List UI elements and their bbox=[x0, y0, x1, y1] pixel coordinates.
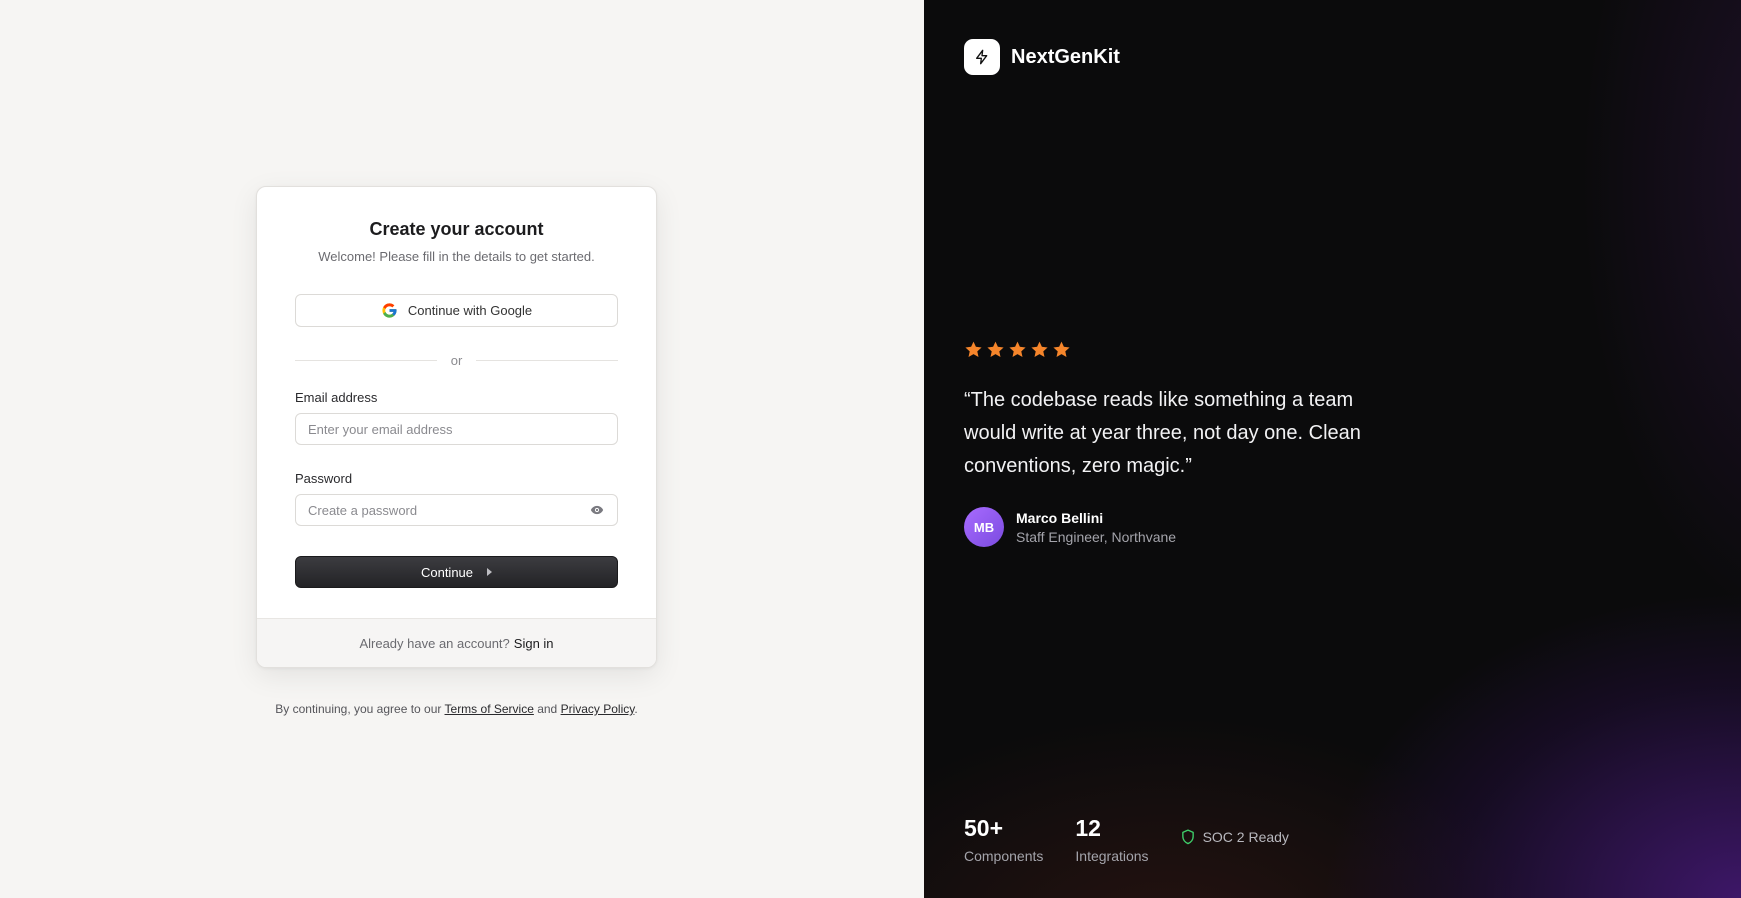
author-role: Staff Engineer, Northvane bbox=[1016, 528, 1177, 545]
stat-label: Components bbox=[964, 848, 1044, 864]
email-field[interactable] bbox=[295, 413, 618, 445]
brand-logo bbox=[964, 39, 1000, 75]
legal-suffix: . bbox=[634, 702, 638, 716]
signup-card: Create your account Welcome! Please fill… bbox=[256, 186, 657, 668]
terms-of-service-link[interactable]: Terms of Service bbox=[445, 702, 534, 716]
star-icon bbox=[1009, 341, 1026, 357]
page-subtitle: Welcome! Please fill in the details to g… bbox=[318, 249, 595, 264]
divider-line-left bbox=[295, 360, 437, 361]
password-field[interactable] bbox=[295, 494, 618, 526]
divider-line-right bbox=[476, 360, 618, 361]
google-icon bbox=[382, 303, 397, 318]
legal-notice: By continuing, you agree to our Terms of… bbox=[256, 702, 657, 716]
star-icon bbox=[987, 341, 1004, 357]
stat-value: 12 bbox=[1075, 815, 1101, 841]
testimonial-quote: “The codebase reads like something a tea… bbox=[964, 389, 1361, 477]
stat-value: 50+ bbox=[964, 815, 1004, 841]
brand: NextGenKit bbox=[964, 39, 1120, 75]
star-icon bbox=[1053, 341, 1070, 357]
caret-right-icon bbox=[487, 568, 493, 576]
shield-icon bbox=[1181, 829, 1194, 845]
brand-name: NextGenKit bbox=[1011, 45, 1120, 68]
lightning-icon bbox=[976, 49, 988, 65]
signup-panel: Create your account Welcome! Please fill… bbox=[0, 0, 924, 898]
eye-icon[interactable] bbox=[590, 504, 604, 516]
continue-with-google-button[interactable]: Continue with Google bbox=[295, 294, 618, 327]
password-label: Password bbox=[295, 471, 353, 486]
star-rating bbox=[964, 340, 1071, 359]
author-info: Marco Bellini Staff Engineer, Northvane bbox=[1016, 510, 1176, 545]
soc2-label: SOC 2 Ready bbox=[1202, 829, 1289, 845]
continue-button-label: Continue bbox=[420, 564, 474, 580]
stat-integrations: 12 Integrations bbox=[1075, 815, 1148, 864]
legal-and: and bbox=[533, 702, 561, 716]
soc2-badge: SOC 2 Ready bbox=[1181, 829, 1289, 845]
testimonial-author: MB Marco Bellini Staff Engineer, Northva… bbox=[964, 507, 1176, 547]
stat-label: Integrations bbox=[1075, 848, 1149, 864]
stats-row: 50+ Components 12 Integrations SOC 2 Rea… bbox=[964, 815, 1289, 864]
star-icon bbox=[965, 341, 982, 357]
sign-in-link[interactable]: Sign in bbox=[514, 636, 554, 651]
or-divider: or bbox=[295, 353, 618, 368]
password-field-wrap bbox=[295, 494, 618, 526]
footer-text: Already have an account? bbox=[359, 635, 510, 651]
avatar: MB bbox=[964, 507, 1004, 547]
email-field-wrap bbox=[295, 413, 618, 445]
author-name: Marco Bellini bbox=[1016, 509, 1104, 526]
continue-button[interactable]: Continue bbox=[295, 556, 618, 588]
divider-text: or bbox=[450, 353, 463, 368]
marketing-panel: NextGenKit “The codebase reads like some… bbox=[924, 0, 1741, 898]
privacy-policy-link[interactable]: Privacy Policy bbox=[561, 702, 635, 716]
signup-card-body: Create your account Welcome! Please fill… bbox=[257, 187, 656, 618]
signin-footer: Already have an account? Sign in bbox=[257, 618, 656, 667]
email-label: Email address bbox=[295, 390, 378, 405]
legal-prefix: By continuing, you agree to our bbox=[275, 702, 445, 716]
google-button-label: Continue with Google bbox=[407, 303, 533, 318]
page-title: Create your account bbox=[369, 219, 544, 239]
star-icon bbox=[1031, 341, 1048, 357]
stat-components: 50+ Components bbox=[964, 815, 1043, 864]
